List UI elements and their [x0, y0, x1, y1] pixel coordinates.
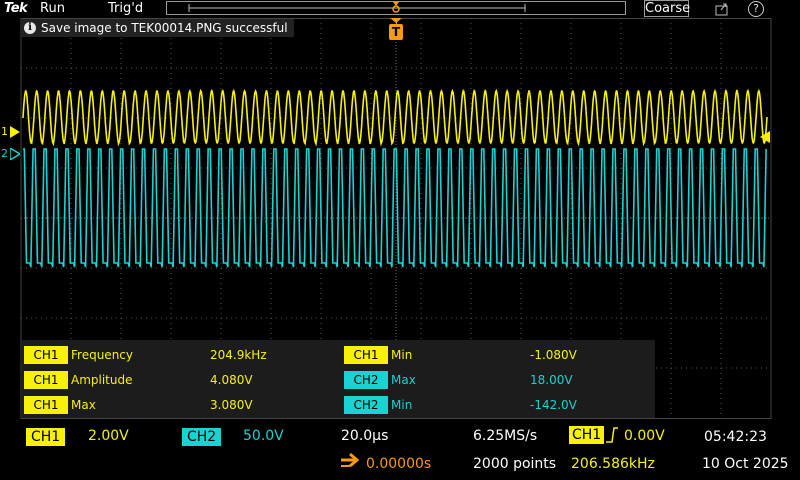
ch1-waveform [22, 88, 768, 147]
trigger-level[interactable]: 0.00V [624, 428, 665, 444]
ch2-badge[interactable]: CH2 [182, 428, 222, 446]
measurement-name: Min [391, 348, 413, 362]
ch1-marker-label: 1 [1, 125, 8, 138]
measurement-name: Frequency [71, 348, 133, 362]
measurement-value: -142.0V [530, 398, 577, 412]
measurement-value: 4.080V [210, 373, 253, 387]
trigger-marker-label: T [391, 25, 401, 39]
run-stop-status[interactable]: Run [40, 0, 65, 18]
measurement-channel-badge: CH1 [24, 396, 68, 414]
sample-rate: 6.25MS/s [473, 428, 538, 444]
ch2-waveform [23, 148, 767, 268]
top-bar: Tek Run Trig'd Coarse ? [0, 0, 800, 18]
horizontal-position-arrow-icon [341, 453, 360, 467]
trigger-level-arrow-icon [760, 131, 770, 143]
ch2-ground-marker[interactable]: 2 [1, 147, 21, 161]
measurement-channel-badge: CH2 [344, 396, 388, 414]
notification-banner: i Save image to TEK00014.PNG successful [22, 19, 294, 37]
record-view-bar[interactable] [166, 1, 626, 15]
ch2-marker-arrow-icon [10, 148, 20, 160]
measurement-value: -1.080V [530, 348, 577, 362]
measurement-channel-badge: CH1 [344, 346, 388, 364]
ch1-badge[interactable]: CH1 [26, 428, 66, 446]
measurement-row[interactable]: CH1 Min -1.080V [344, 345, 654, 365]
clock-time: 05:42:23 [704, 429, 767, 445]
status-bar: CH1 2.00V CH2 50.0V 20.0µs 6.25MS/s CH1 … [0, 424, 800, 480]
coarse-fine-button[interactable]: Coarse [644, 0, 690, 17]
trigger-status: Trig'd [108, 1, 144, 16]
measurement-row[interactable]: CH2 Min -142.0V [344, 395, 654, 415]
rising-edge-icon [606, 427, 618, 443]
measurement-value: 204.9kHz [210, 348, 267, 362]
date: 10 Oct 2025 [702, 456, 789, 472]
ch1-scale[interactable]: 2.00V [88, 428, 129, 444]
measurement-panel[interactable]: CH1 Frequency 204.9kHz CH1 Amplitude 4.0… [22, 340, 655, 418]
info-icon: i [24, 22, 36, 34]
ch2-marker-label: 2 [1, 147, 8, 160]
horizontal-position[interactable]: 0.00000s [366, 456, 431, 472]
ch2-trace [23, 148, 767, 268]
measurement-row[interactable]: CH2 Max 18.00V [344, 370, 654, 390]
notification-text: Save image to TEK00014.PNG successful [41, 21, 288, 35]
trigger-level-marker[interactable] [760, 128, 770, 143]
record-length[interactable]: 2000 points [473, 456, 556, 472]
record-view-window-icon [188, 2, 526, 13]
export-icon[interactable] [714, 1, 730, 17]
measurement-name: Max [71, 398, 96, 412]
timebase[interactable]: 20.0µs [341, 428, 388, 444]
ch1-trace [22, 88, 768, 147]
measurement-name: Min [391, 398, 413, 412]
trigger-position-marker[interactable]: T [389, 18, 403, 42]
measurement-value: 3.080V [210, 398, 253, 412]
measurement-name: Amplitude [71, 373, 133, 387]
measurement-value: 18.00V [530, 373, 573, 387]
measurement-channel-badge: CH1 [24, 371, 68, 389]
trigger-channel-badge[interactable]: CH1 [569, 426, 605, 444]
measurement-row[interactable]: CH1 Frequency 204.9kHz [24, 345, 344, 365]
measurement-row[interactable]: CH1 Max 3.080V [24, 395, 344, 415]
ch1-ground-marker[interactable]: 1 [1, 125, 21, 139]
measurement-channel-badge: CH1 [24, 346, 68, 364]
ch2-scale[interactable]: 50.0V [243, 428, 284, 444]
measurement-row[interactable]: CH1 Amplitude 4.080V [24, 370, 344, 390]
measurement-name: Max [391, 373, 416, 387]
trigger-frequency: 206.586kHz [571, 456, 655, 472]
ch1-marker-arrow-icon [10, 126, 20, 138]
measurement-channel-badge: CH2 [344, 371, 388, 389]
tek-logo: Tek [4, 1, 28, 16]
help-icon[interactable]: ? [748, 1, 764, 17]
